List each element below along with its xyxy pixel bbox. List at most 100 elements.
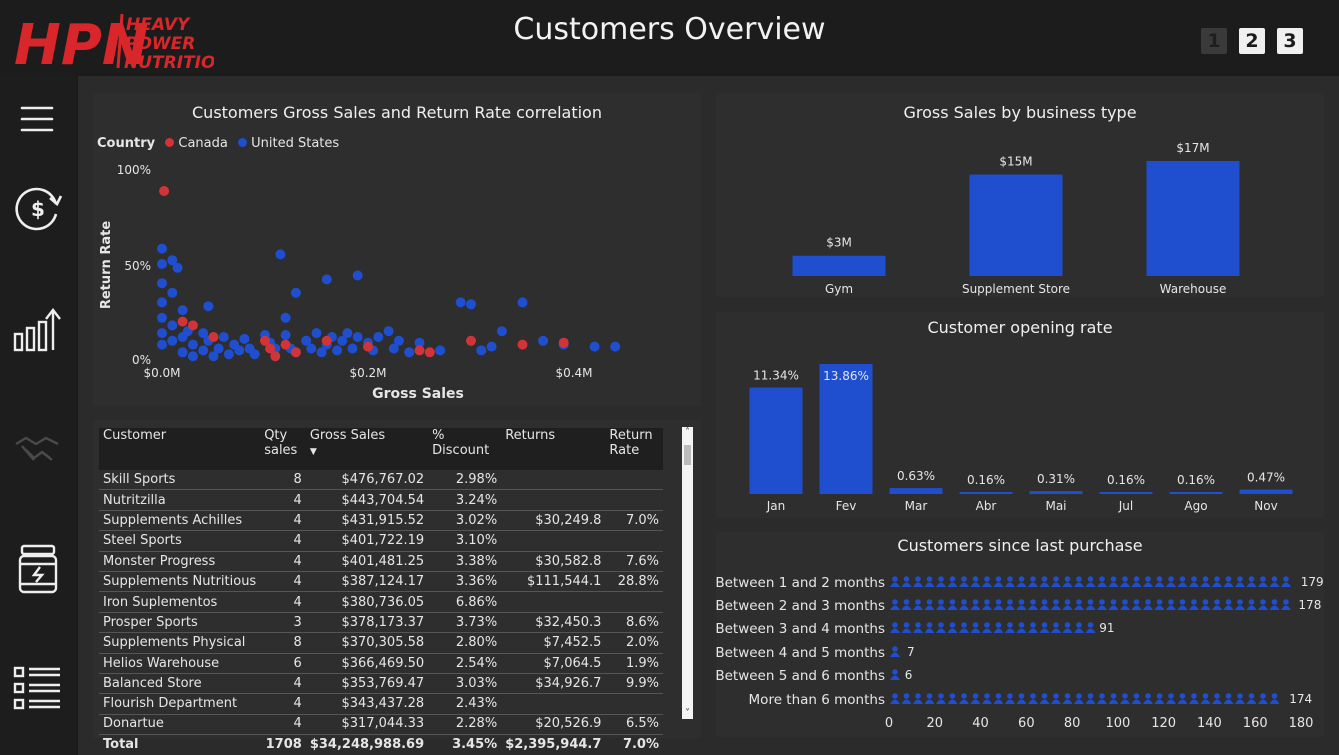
supplement-jar-icon[interactable] xyxy=(12,542,64,594)
scatter-point[interactable] xyxy=(342,328,353,339)
table-row[interactable]: Helios Warehouse 6 $366,469.50 2.54% $7,064.… xyxy=(99,653,663,674)
pictogram-bar[interactable] xyxy=(890,693,1280,704)
scatter-point[interactable] xyxy=(280,312,291,323)
scatter-point[interactable] xyxy=(157,328,167,339)
pictogram-bar[interactable] xyxy=(890,646,900,657)
table-row[interactable]: Supplements Nutritious 4 $387,124.17 3.36% $… xyxy=(99,571,663,593)
scatter-point[interactable] xyxy=(157,259,167,269)
business-type-bar[interactable] xyxy=(1146,161,1240,276)
pictogram-bar[interactable] xyxy=(890,622,1096,633)
scatter-point[interactable] xyxy=(517,339,528,350)
scroll-down-button[interactable]: ˅ xyxy=(682,708,693,719)
table-row[interactable]: Balanced Store 4 $353,769.47 3.03% $34,926.7… xyxy=(99,673,663,695)
scatter-point[interactable] xyxy=(213,343,224,354)
scatter-point[interactable] xyxy=(404,347,415,358)
scatter-point[interactable] xyxy=(383,326,394,337)
opening-rate-chart[interactable]: 11.34% Jan 13.86% Fev 0.63% Mar 0.16% Abr 0.31% M… xyxy=(716,312,1324,518)
scatter-point[interactable] xyxy=(332,345,343,356)
scatter-point[interactable] xyxy=(321,274,332,285)
scatter-point[interactable] xyxy=(275,249,286,260)
scatter-point[interactable] xyxy=(466,335,476,346)
handshake-icon[interactable] xyxy=(12,422,64,474)
scatter-point[interactable] xyxy=(177,347,188,358)
scatter-point[interactable] xyxy=(159,186,170,196)
table-row[interactable]: Iron Suplementos 4 $380,736.05 6.86% xyxy=(99,591,663,613)
scatter-point[interactable] xyxy=(363,341,373,352)
opening-rate-bar[interactable] xyxy=(1099,492,1153,494)
scatter-point[interactable] xyxy=(270,351,281,362)
scatter-point[interactable] xyxy=(249,349,260,360)
scatter-point[interactable] xyxy=(208,332,219,342)
business-type-bar[interactable] xyxy=(792,255,886,276)
scatter-point[interactable] xyxy=(610,341,621,352)
scatter-point[interactable] xyxy=(157,243,167,254)
scatter-point[interactable] xyxy=(321,335,332,346)
scatter-point[interactable] xyxy=(203,301,214,312)
col-qty-sales[interactable]: Qty sales xyxy=(260,428,306,470)
scatter-point[interactable] xyxy=(223,349,234,360)
refresh-dollar-icon[interactable]: $ xyxy=(12,182,64,234)
list-icon[interactable] xyxy=(12,662,64,714)
scatter-point[interactable] xyxy=(496,326,507,337)
pictogram-bar[interactable] xyxy=(890,669,900,680)
scatter-point[interactable] xyxy=(177,316,188,327)
scatter-point[interactable] xyxy=(538,335,549,346)
scatter-point[interactable] xyxy=(517,297,528,308)
scatter-point[interactable] xyxy=(476,345,487,356)
scatter-point[interactable] xyxy=(167,320,178,331)
col-returns[interactable]: Returns xyxy=(501,428,605,470)
scatter-point[interactable] xyxy=(373,332,384,342)
scatter-point[interactable] xyxy=(435,345,446,356)
last-purchase-chart[interactable]: Between 1 and 2 months 179 Between 2 and 3… xyxy=(716,532,1324,737)
scatter-point[interactable] xyxy=(239,333,250,344)
pictogram-bar[interactable] xyxy=(890,576,1291,587)
business-type-bar[interactable] xyxy=(969,174,1063,276)
opening-rate-bar[interactable] xyxy=(749,387,803,494)
scatter-chart[interactable]: 100% 50% 0% $0.0M $0.2M $0.4M Gross Sale… xyxy=(93,93,701,406)
customer-table[interactable]: Customer Qty sales Gross Sales ▼ % Discou… xyxy=(99,428,663,754)
scatter-point[interactable] xyxy=(157,278,167,289)
table-row[interactable]: Skill Sports 8 $476,767.02 2.98% xyxy=(99,470,663,491)
scatter-point[interactable] xyxy=(414,345,425,356)
scatter-point[interactable] xyxy=(589,341,600,352)
scatter-point[interactable] xyxy=(280,339,291,350)
scatter-point[interactable] xyxy=(290,287,301,298)
scatter-point[interactable] xyxy=(177,305,188,316)
scatter-point[interactable] xyxy=(187,339,198,350)
scatter-point[interactable] xyxy=(352,332,363,342)
scatter-point[interactable] xyxy=(167,335,178,346)
scatter-point[interactable] xyxy=(311,328,322,339)
opening-rate-bar[interactable] xyxy=(1029,491,1083,494)
scatter-point[interactable] xyxy=(187,351,198,362)
scatter-point[interactable] xyxy=(172,262,183,273)
scatter-point[interactable] xyxy=(424,347,435,358)
scatter-point[interactable] xyxy=(393,335,404,346)
scatter-point[interactable] xyxy=(198,345,209,356)
table-row[interactable]: Monster Progress 4 $401,481.25 3.38% $30,582… xyxy=(99,551,663,572)
scatter-point[interactable] xyxy=(218,332,229,342)
col-customer[interactable]: Customer xyxy=(99,428,260,470)
scatter-point[interactable] xyxy=(157,312,167,323)
scatter-point[interactable] xyxy=(167,287,178,298)
scatter-point[interactable] xyxy=(455,297,466,308)
table-row[interactable]: Steel Sports 4 $401,722.19 3.10% xyxy=(99,530,663,552)
scatter-point[interactable] xyxy=(187,320,198,331)
table-row[interactable]: Supplements Physical 8 $370,305.58 2.80% $7,… xyxy=(99,632,663,654)
scatter-point[interactable] xyxy=(352,270,363,281)
scatter-point[interactable] xyxy=(558,337,569,348)
scroll-up-button[interactable]: ˄ xyxy=(682,427,693,439)
col-return-rate[interactable]: Return Rate xyxy=(605,428,663,470)
scatter-point[interactable] xyxy=(290,347,301,358)
table-row[interactable]: Nutritzilla 4 $443,704.54 3.24% xyxy=(99,489,663,511)
opening-rate-bar[interactable] xyxy=(1169,492,1223,494)
page-2-button[interactable]: 2 xyxy=(1239,28,1265,54)
table-row[interactable]: Flourish Department 4 $343,437.28 2.43% xyxy=(99,693,663,715)
scroll-thumb[interactable] xyxy=(684,445,691,465)
scatter-point[interactable] xyxy=(234,345,245,356)
scatter-point[interactable] xyxy=(157,297,167,308)
table-scrollbar[interactable]: ˄ ˅ xyxy=(682,427,693,719)
col-gross-sales[interactable]: Gross Sales ▼ xyxy=(306,428,428,470)
table-row[interactable]: Prosper Sports 3 $378,173.37 3.73% $32,450.3… xyxy=(99,612,663,634)
scatter-point[interactable] xyxy=(280,330,291,340)
col-discount[interactable]: % Discount xyxy=(428,428,501,470)
